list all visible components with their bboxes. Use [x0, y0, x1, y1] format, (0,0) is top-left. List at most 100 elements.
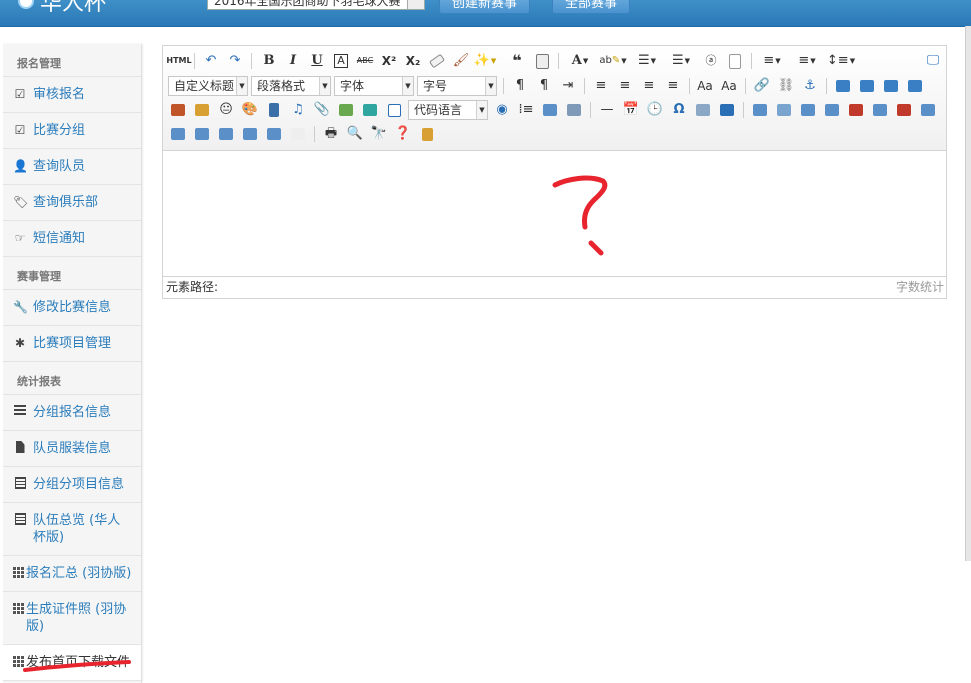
attachment-icon[interactable]: 📎: [312, 100, 332, 120]
split-cells-icon[interactable]: [216, 124, 236, 144]
emotion-icon[interactable]: 😐: [216, 100, 236, 120]
background-color-icon[interactable]: ab ✎ ▼: [599, 51, 627, 71]
background-icon[interactable]: [564, 100, 584, 120]
sidebar-item-sms-notify[interactable]: ☞ 短信通知: [3, 221, 141, 257]
horizontal-rule-icon[interactable]: —: [597, 100, 617, 120]
paste-plain-icon[interactable]: [532, 51, 552, 71]
page-break-icon[interactable]: ⁞≡: [516, 100, 536, 120]
font-color-button[interactable]: A ▼: [566, 51, 594, 71]
insert-paragraph-before-table-icon[interactable]: [798, 100, 818, 120]
sidebar-item-review-registration[interactable]: ☑ 审核报名: [3, 77, 141, 113]
snapscreen-icon[interactable]: [693, 100, 713, 120]
insert-frame-icon[interactable]: [384, 100, 404, 120]
music-icon[interactable]: ♫: [288, 100, 308, 120]
align-justify-icon[interactable]: ≡: [663, 76, 683, 96]
chart-icon[interactable]: [288, 124, 308, 144]
merge-cells-icon[interactable]: [918, 100, 938, 120]
image-center-icon[interactable]: [905, 76, 925, 96]
date-icon[interactable]: 📅: [621, 100, 641, 120]
delete-row-icon[interactable]: [846, 100, 866, 120]
chevron-down-icon[interactable]: [407, 0, 424, 9]
auto-format-icon[interactable]: ✨ ▼: [474, 51, 497, 71]
image-left-icon[interactable]: [857, 76, 877, 96]
sidebar-item-generate-id-photo[interactable]: 生成证件照 (羽协版): [3, 592, 141, 645]
image-none-icon[interactable]: [833, 76, 853, 96]
font-family-select[interactable]: 字体 ▼: [334, 76, 414, 96]
align-center-icon[interactable]: ≡: [615, 76, 635, 96]
format-painter-icon[interactable]: 🖌: [451, 51, 471, 71]
brand[interactable]: 华人杯: [18, 0, 106, 16]
eraser-icon[interactable]: [427, 51, 447, 71]
merge-right-icon[interactable]: [168, 124, 188, 144]
undo-icon[interactable]: ↶: [201, 51, 221, 71]
split-rows-icon[interactable]: [240, 124, 260, 144]
select-all-icon[interactable]: ⓐ: [701, 51, 721, 71]
link-icon[interactable]: 🔗: [752, 76, 772, 96]
event-select[interactable]: 2016年全国乐团商助下羽毛球大赛: [207, 0, 425, 10]
help-icon[interactable]: ❓: [393, 124, 413, 144]
line-height-icon[interactable]: ↕≡ ▼: [827, 51, 855, 71]
split-cols-icon[interactable]: [264, 124, 284, 144]
insert-video-icon[interactable]: [264, 100, 284, 120]
anchor-icon[interactable]: ⚓: [800, 76, 820, 96]
code-language-select[interactable]: 代码语言 ▼: [408, 100, 488, 120]
print-icon[interactable]: 🖶: [321, 124, 341, 144]
sidebar-item-publish-download-file[interactable]: 发布首页下载文件: [3, 645, 141, 681]
indent-icon[interactable]: ⇥: [558, 76, 578, 96]
strikethrough-button[interactable]: ABC: [355, 51, 375, 71]
align-right-icon[interactable]: ≡: [639, 76, 659, 96]
scrawl-icon[interactable]: 🎨: [240, 100, 260, 120]
sidebar-item-match-grouping[interactable]: ☑ 比赛分组: [3, 113, 141, 149]
sidebar-item-team-overview[interactable]: 队伍总览 (华人杯版): [3, 503, 141, 556]
underline-button[interactable]: U: [307, 51, 327, 71]
delete-col-icon[interactable]: [894, 100, 914, 120]
create-event-button[interactable]: 创建新赛事: [439, 0, 531, 14]
font-border-button[interactable]: A: [331, 51, 351, 71]
word-image-icon[interactable]: [717, 100, 737, 120]
font-size-select[interactable]: 字号 ▼: [417, 76, 497, 96]
redo-icon[interactable]: ↷: [225, 51, 245, 71]
insert-col-icon[interactable]: [870, 100, 890, 120]
image-right-icon[interactable]: [881, 76, 901, 96]
insert-table-icon[interactable]: [750, 100, 770, 120]
superscript-button[interactable]: X²: [379, 51, 399, 71]
search-replace-icon[interactable]: 🔭: [369, 124, 389, 144]
align-left-icon[interactable]: ≡: [591, 76, 611, 96]
special-chars-button[interactable]: Ω: [669, 100, 689, 120]
subscript-button[interactable]: X₂: [403, 51, 423, 71]
preview-icon[interactable]: 🔍: [345, 124, 365, 144]
map-icon[interactable]: [336, 100, 356, 120]
fullscreen-icon[interactable]: 🖵: [923, 51, 943, 71]
merge-down-icon[interactable]: [192, 124, 212, 144]
sidebar-item-group-registration-info[interactable]: 分组报名信息: [3, 395, 141, 431]
rtl-direction-icon[interactable]: ¶: [534, 76, 554, 96]
ltr-direction-icon[interactable]: ¶: [510, 76, 530, 96]
webapp-icon[interactable]: ◉: [492, 100, 512, 120]
html-source-button[interactable]: HTML: [166, 51, 191, 71]
page-scrollbar[interactable]: [965, 26, 971, 561]
insert-row-icon[interactable]: [822, 100, 842, 120]
multi-image-icon[interactable]: [192, 100, 212, 120]
uppercase-icon[interactable]: Aa: [695, 76, 715, 96]
lowercase-icon[interactable]: Aa: [719, 76, 739, 96]
delete-table-icon[interactable]: [774, 100, 794, 120]
bold-button[interactable]: B: [259, 51, 279, 71]
sidebar-item-edit-match-info[interactable]: 🔧 修改比赛信息: [3, 290, 141, 326]
time-icon[interactable]: 🕒: [645, 100, 665, 120]
sidebar-item-query-clubs[interactable]: 🏷 查询俱乐部: [3, 185, 141, 221]
italic-button[interactable]: I: [283, 51, 303, 71]
paragraph-format-select[interactable]: 段落格式 ▼: [251, 76, 331, 96]
sidebar-item-registration-summary[interactable]: 报名汇总 (羽协版): [3, 556, 141, 592]
unordered-list-icon[interactable]: ☰ ▼: [667, 51, 695, 71]
template-icon[interactable]: [540, 100, 560, 120]
sidebar-item-query-players[interactable]: 👤 查询队员: [3, 149, 141, 185]
row-spacing-bottom-icon[interactable]: ≡ ▼: [793, 51, 821, 71]
editor-content-area[interactable]: [163, 151, 946, 277]
row-spacing-top-icon[interactable]: ≡ ▼: [758, 51, 786, 71]
all-events-button[interactable]: 全部赛事: [552, 0, 631, 14]
blockquote-button[interactable]: ❝: [507, 51, 527, 71]
sidebar-item-group-item-info[interactable]: 分组分项目信息: [3, 467, 141, 503]
clear-document-icon[interactable]: [725, 51, 745, 71]
unlink-icon[interactable]: ⛓: [776, 76, 796, 96]
custom-title-select[interactable]: 自定义标题 ▼: [168, 76, 248, 96]
